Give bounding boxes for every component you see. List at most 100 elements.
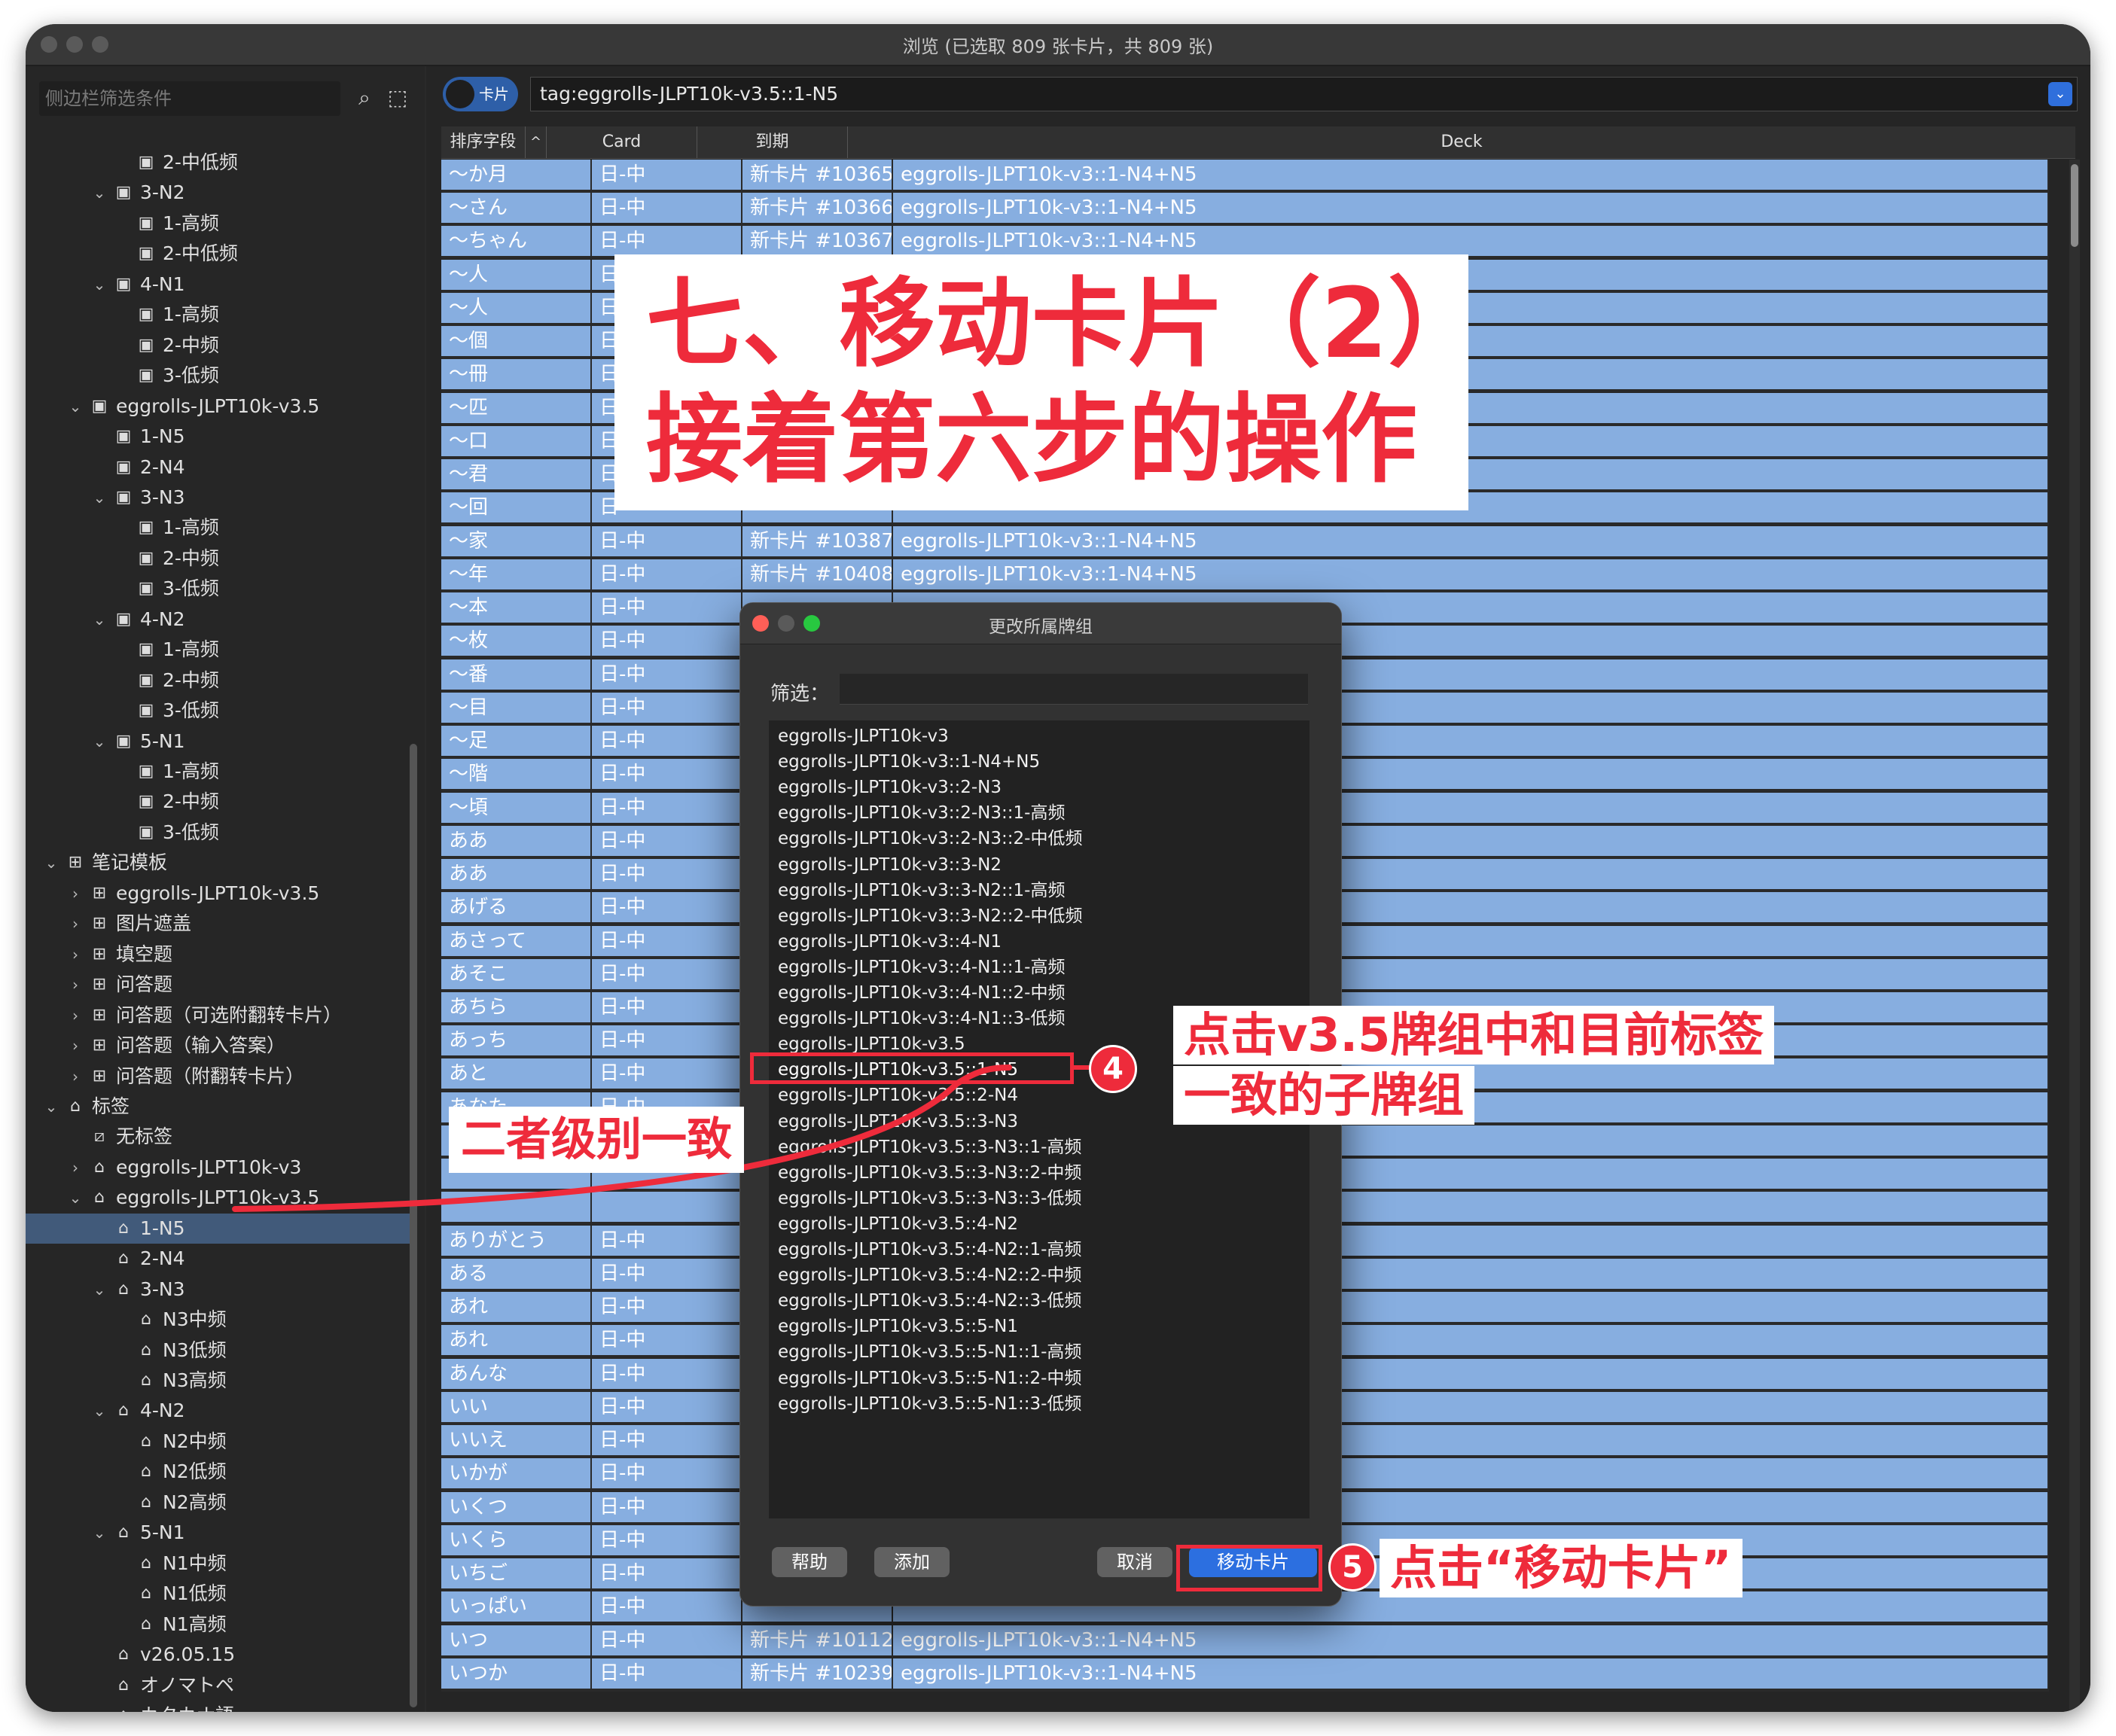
sidebar-item[interactable]: ⌂ N3高频	[26, 1366, 410, 1396]
deck-list-item[interactable]: eggrolls-JLPT10k-v3::2-N3	[778, 775, 1002, 800]
sidebar-item[interactable]: ▣ 1-高频	[26, 209, 410, 239]
deck-list-item[interactable]: eggrolls-JLPT10k-v3.5::3-N3	[778, 1109, 1018, 1134]
table-scrollbar-thumb[interactable]	[2071, 164, 2078, 247]
deck-list-item[interactable]: eggrolls-JLPT10k-v3::4-N1::3-低频	[778, 1006, 1065, 1031]
chevron-down-icon[interactable]: ⌄	[90, 726, 108, 757]
sidebar-item[interactable]: › ⊞ 问答题（可选附翻转卡片）	[26, 1000, 410, 1031]
deck-list-item[interactable]: eggrolls-JLPT10k-v3.5::3-N3::3-低频	[778, 1186, 1081, 1211]
sidebar-item[interactable]: ▣ 2-中低频	[26, 148, 410, 178]
sidebar-item[interactable]: ⌄ ▣ 5-N1	[26, 726, 410, 757]
chevron-down-icon[interactable]: ⌄	[90, 270, 108, 300]
sidebar-scrollbar[interactable]	[410, 744, 417, 1707]
sort-ascending-icon[interactable]: ^	[526, 126, 547, 158]
deck-list-item[interactable]: eggrolls-JLPT10k-v3.5::5-N1::3-低频	[778, 1391, 1081, 1417]
chevron-down-icon[interactable]: ⌄	[90, 605, 108, 635]
cards-notes-toggle[interactable]: 卡片	[443, 77, 518, 111]
sidebar-item[interactable]: ⌄ ⌂ 标签	[26, 1092, 410, 1122]
sidebar-item[interactable]: › ⊞ 图片遮盖	[26, 909, 410, 939]
sidebar-item[interactable]: ⌄ ▣ 3-N3	[26, 483, 410, 513]
chevron-right-icon[interactable]: ›	[66, 1000, 84, 1031]
chevron-down-icon[interactable]: ⌄	[90, 1275, 108, 1305]
sidebar-item[interactable]: ▣ 1-N5	[26, 422, 410, 452]
deck-list-item[interactable]: eggrolls-JLPT10k-v3.5::5-N1::2-中频	[778, 1366, 1081, 1391]
sidebar-item[interactable]: ⌄ ⌂ 3-N3	[26, 1275, 410, 1305]
sidebar-item[interactable]: ⌂ N3低频	[26, 1336, 410, 1366]
sidebar-item[interactable]: ⌄ ▣ 3-N2	[26, 178, 410, 208]
chevron-down-icon[interactable]: ⌄	[90, 178, 108, 208]
chevron-down-icon[interactable]: ⌄	[42, 1092, 60, 1122]
deck-list-item[interactable]: eggrolls-JLPT10k-v3.5::5-N1	[778, 1314, 1018, 1339]
chevron-right-icon[interactable]: ›	[66, 879, 84, 909]
sidebar-item[interactable]: ▣ 3-低频	[26, 361, 410, 391]
table-row[interactable]: 〜年 日-中 新卡片 #10408 eggrolls-JLPT10k-v3::1-N4…	[441, 559, 2049, 592]
deck-list-item[interactable]: eggrolls-JLPT10k-v3.5::4-N2::3-低频	[778, 1288, 1081, 1314]
sidebar-item[interactable]: ⌂ 2-N4	[26, 1244, 410, 1274]
filter-input[interactable]	[840, 674, 1308, 705]
deck-list-item[interactable]: eggrolls-JLPT10k-v3.5::2-N4	[778, 1083, 1018, 1108]
deck-list-item[interactable]: eggrolls-JLPT10k-v3::3-N2	[778, 852, 1002, 878]
sidebar-item[interactable]: ▣ 1-高频	[26, 635, 410, 665]
sidebar-item[interactable]: ▣ 2-中频	[26, 330, 410, 361]
deck-list-item[interactable]: eggrolls-JLPT10k-v3.5::4-N2::1-高频	[778, 1237, 1081, 1262]
table-row[interactable]: 〜か月 日-中 新卡片 #10365 eggrolls-JLPT10k-v3::1-N…	[441, 160, 2049, 193]
deck-list-item[interactable]: eggrolls-JLPT10k-v3::2-N3::2-中低频	[778, 826, 1082, 851]
chevron-down-icon[interactable]: ⌄	[66, 1183, 84, 1213]
chevron-right-icon[interactable]: ›	[66, 909, 84, 939]
deck-list-item[interactable]: eggrolls-JLPT10k-v3::1-N4+N5	[778, 749, 1040, 775]
sidebar-item[interactable]: › ⌂ eggrolls-JLPT10k-v3	[26, 1153, 410, 1183]
sidebar-item[interactable]: ⌄ ⊞ 笔记模板	[26, 848, 410, 878]
sidebar-item[interactable]: ⌄ ⌂ 4-N2	[26, 1396, 410, 1426]
sidebar-item[interactable]: ⌄ ▣ 4-N1	[26, 270, 410, 300]
chevron-right-icon[interactable]: ›	[66, 1031, 84, 1061]
sidebar-item[interactable]: ⌄ ⌂ 5-N1	[26, 1518, 410, 1548]
sidebar-item[interactable]: ⌂ 1-N5	[26, 1213, 410, 1244]
sidebar-item[interactable]: ⌄ ▣ eggrolls-JLPT10k-v3.5	[26, 391, 410, 422]
sidebar-item[interactable]: ⌄ ▣ 4-N2	[26, 605, 410, 635]
column-header-due[interactable]: 到期	[697, 126, 848, 158]
sidebar-item[interactable]: ▣ 2-中低频	[26, 239, 410, 269]
chevron-down-icon[interactable]: ⌄	[42, 848, 60, 878]
chevron-right-icon[interactable]: ›	[66, 1153, 84, 1183]
chevron-right-icon[interactable]: ›	[66, 970, 84, 1000]
column-header-card[interactable]: Card	[547, 126, 697, 158]
deck-list-item[interactable]: eggrolls-JLPT10k-v3	[778, 723, 949, 749]
sidebar-item[interactable]: › ⊞ 问答题（附翻转卡片）	[26, 1061, 410, 1092]
deck-list-item[interactable]: eggrolls-JLPT10k-v3.5::3-N3::2-中频	[778, 1160, 1081, 1186]
table-scrollbar-track[interactable]	[2069, 160, 2080, 1712]
chevron-down-icon[interactable]: ⌄	[90, 1518, 108, 1548]
deck-list-item[interactable]: eggrolls-JLPT10k-v3::4-N1::1-高频	[778, 955, 1065, 980]
sidebar-item[interactable]: ⌄ ⌂ eggrolls-JLPT10k-v3.5	[26, 1183, 410, 1213]
sidebar-item[interactable]: ⌂ オノマトペ	[26, 1671, 410, 1701]
sidebar-item[interactable]: ▣ 3-低频	[26, 574, 410, 604]
sidebar-item[interactable]: ⌂ N2高频	[26, 1488, 410, 1518]
deck-list-item[interactable]: eggrolls-JLPT10k-v3::3-N2::1-高频	[778, 878, 1065, 903]
deck-list-item[interactable]: eggrolls-JLPT10k-v3.5::5-N1::1-高频	[778, 1339, 1081, 1365]
chevron-right-icon[interactable]: ›	[66, 1061, 84, 1092]
sidebar-item[interactable]: ▣ 2-中频	[26, 787, 410, 817]
sidebar-item[interactable]: ▣ 2-中频	[26, 665, 410, 696]
sidebar-item[interactable]: › ⊞ eggrolls-JLPT10k-v3.5	[26, 879, 410, 909]
sidebar-item[interactable]: ⌂ N2中频	[26, 1427, 410, 1457]
sidebar-item[interactable]: ▣ 2-N4	[26, 452, 410, 483]
sidebar-item[interactable]: ▣ 3-低频	[26, 818, 410, 848]
sidebar-item[interactable]: › ⊞ 问答题	[26, 970, 410, 1000]
sidebar-item[interactable]: ⌂ N1低频	[26, 1579, 410, 1609]
sidebar-item[interactable]: ⌂ N1高频	[26, 1610, 410, 1640]
cancel-button[interactable]: 取消	[1097, 1547, 1172, 1577]
column-header-sort-field[interactable]: 排序字段	[441, 126, 526, 158]
table-row[interactable]: 〜家 日-中 新卡片 #10387 eggrolls-JLPT10k-v3::1-N4…	[441, 525, 2049, 559]
sidebar-item[interactable]: ⌂ N3中频	[26, 1305, 410, 1335]
table-row[interactable]: 〜さん 日-中 新卡片 #10366 eggrolls-JLPT10k-v3::1-N…	[441, 193, 2049, 227]
sidebar-item[interactable]: ⌂ カタカナ語	[26, 1701, 410, 1712]
sidebar-item[interactable]: ▣ 2-中频	[26, 544, 410, 574]
add-button[interactable]: 添加	[874, 1547, 950, 1577]
sidebar-item[interactable]: ▣ 1-高频	[26, 300, 410, 330]
sidebar-item[interactable]: ⌂ N2低频	[26, 1457, 410, 1487]
deck-list-item[interactable]: eggrolls-JLPT10k-v3.5::4-N2	[778, 1211, 1018, 1237]
search-query-input[interactable]: tag:eggrolls-JLPT10k-v3.5::1-N5 ⌄	[530, 77, 2078, 111]
sidebar-item[interactable]: ▣ 3-低频	[26, 696, 410, 726]
deck-list-item[interactable]: eggrolls-JLPT10k-v3::3-N2::2-中低频	[778, 903, 1082, 929]
chevron-down-icon[interactable]: ⌄	[2048, 82, 2072, 106]
help-button[interactable]: 帮助	[772, 1547, 847, 1577]
sidebar-item[interactable]: ⧄ 无标签	[26, 1122, 410, 1152]
